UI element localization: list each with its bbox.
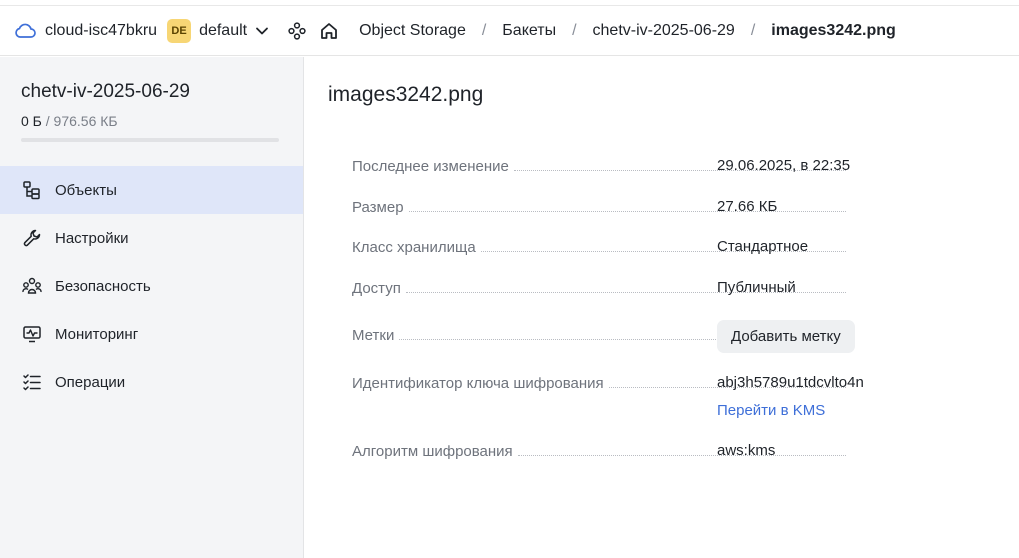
sidebar-item-operations[interactable]: Операции [0, 358, 303, 406]
wrench-icon [23, 229, 41, 247]
objects-icon [23, 181, 40, 200]
prop-encryption-algorithm: Алгоритм шифрования [352, 440, 852, 462]
go-to-kms-link[interactable]: Перейти в KMS [717, 402, 825, 419]
breadcrumb-current: images3242.png [771, 21, 896, 39]
sidebar-item-label: Настройки [55, 229, 129, 247]
breadcrumb-separator: / [750, 21, 756, 39]
home-icon[interactable] [319, 21, 339, 41]
bucket-name: chetv-iv-2025-06-29 [21, 81, 190, 102]
object-details: images3242.png Последнее изменение 29.06… [304, 57, 1019, 558]
folder-badge: DE [167, 18, 192, 43]
bucket-usage: 0 Б / 976.56 КБ [21, 113, 118, 129]
prop-encryption-algorithm-value: aws:kms [717, 442, 776, 459]
sidebar-item-label: Операции [55, 373, 126, 391]
breadcrumb-bucket[interactable]: chetv-iv-2025-06-29 [593, 22, 735, 40]
prop-label: Идентификатор ключа шифрования [352, 374, 604, 392]
prop-label: Доступ [352, 279, 401, 297]
breadcrumb-separator: / [481, 21, 487, 39]
usage-progress-bar [21, 138, 279, 142]
prop-label: Класс хранилища [352, 238, 476, 256]
usage-total: / 976.56 КБ [45, 113, 118, 129]
breadcrumb-separator: / [572, 21, 577, 39]
prop-label: Метки [352, 326, 395, 344]
usage-used: 0 Б [21, 113, 42, 129]
object-title: images3242.png [328, 83, 484, 106]
breadcrumb-buckets[interactable]: Бакеты [502, 22, 556, 40]
sidebar-item-security[interactable]: Безопасность [0, 262, 303, 310]
top-header: cloud-isc47bkru DE default Object Storag… [0, 6, 1019, 56]
add-tag-button[interactable]: Добавить метку [717, 320, 855, 353]
sidebar-item-settings[interactable]: Настройки [0, 214, 303, 262]
sidebar: chetv-iv-2025-06-29 0 Б / 976.56 КБ Объе… [0, 57, 304, 558]
chevron-down-icon[interactable] [255, 24, 269, 38]
prop-label: Размер [352, 198, 404, 216]
sidebar-item-label: Объекты [55, 181, 117, 199]
sidebar-nav: Объекты Настройки Безопасность Мониторин… [0, 166, 303, 406]
prop-access-value: Публичный [717, 279, 796, 296]
leader-dots [517, 454, 846, 456]
list-icon [23, 374, 41, 391]
cloud-selector[interactable]: cloud-isc47bkru [14, 22, 157, 40]
cloud-name: cloud-isc47bkru [45, 21, 158, 39]
prop-modified-value: 29.06.2025, в 22:35 [717, 157, 851, 174]
services-icon[interactable] [287, 21, 307, 41]
monitor-icon [23, 326, 41, 343]
prop-storage-class-value: Стандартное [717, 238, 809, 255]
leader-dots [408, 210, 846, 212]
sidebar-item-label: Безопасность [55, 277, 151, 295]
users-icon [22, 277, 42, 294]
prop-encryption-key-value: abj3h5789u1tdcvlto4n [717, 374, 864, 391]
cloud-icon [15, 23, 36, 38]
folder-name[interactable]: default [199, 22, 247, 40]
prop-label: Последнее изменение [352, 157, 509, 175]
sidebar-item-label: Мониторинг [55, 325, 139, 343]
prop-label: Алгоритм шифрования [352, 442, 513, 460]
sidebar-item-objects[interactable]: Объекты [0, 166, 303, 214]
prop-size-value: 27.66 КБ [717, 198, 778, 215]
breadcrumb-object-storage[interactable]: Object Storage [359, 22, 466, 40]
sidebar-item-monitoring[interactable]: Мониторинг [0, 310, 303, 358]
